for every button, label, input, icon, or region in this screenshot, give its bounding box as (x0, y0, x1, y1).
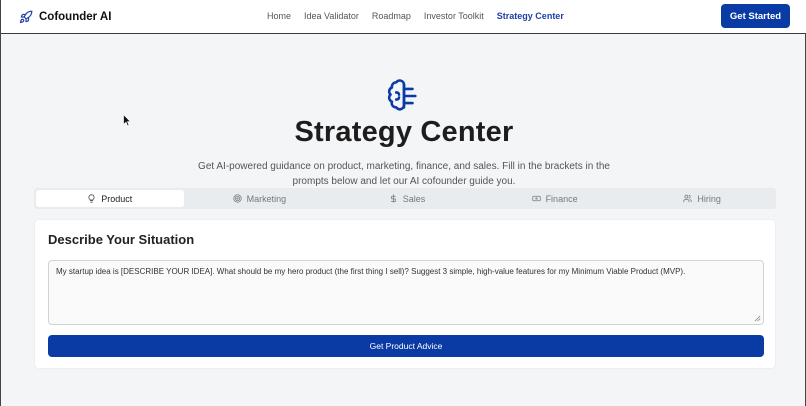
nav-roadmap[interactable]: Roadmap (372, 11, 411, 21)
tab-finance[interactable]: Finance (481, 188, 629, 209)
top-navbar: Cofounder AI Home Idea Validator Roadmap… (1, 0, 806, 34)
tab-finance-label: Finance (545, 193, 578, 204)
get-started-button[interactable]: Get Started (721, 4, 790, 28)
resize-handle-icon[interactable] (754, 315, 761, 322)
main-nav: Home Idea Validator Roadmap Investor Too… (267, 11, 577, 21)
card-title: Describe Your Situation (48, 232, 195, 247)
tab-hiring-label: Hiring (697, 193, 721, 204)
nav-strategy-center[interactable]: Strategy Center (497, 11, 564, 21)
nav-home[interactable]: Home (267, 11, 291, 21)
dollar-icon (390, 194, 396, 203)
get-advice-button[interactable]: Get Product Advice (48, 335, 764, 357)
lightbulb-icon (88, 194, 95, 203)
tab-sales[interactable]: Sales (333, 188, 481, 209)
strategy-tabs: Product Marketing Sales Finance Hiring (34, 188, 776, 209)
prompt-textarea[interactable]: My startup idea is [DESCRIBE YOUR IDEA].… (48, 260, 764, 325)
tab-marketing-label: Marketing (246, 193, 287, 204)
target-icon (233, 194, 242, 203)
rocket-icon (19, 10, 33, 24)
situation-card: Describe Your Situation My startup idea … (34, 219, 776, 369)
brand[interactable]: Cofounder AI (19, 8, 111, 26)
tab-marketing[interactable]: Marketing (186, 188, 334, 209)
tab-sales-label: Sales (402, 193, 426, 204)
nav-idea-validator[interactable]: Idea Validator (304, 11, 359, 21)
tab-hiring[interactable]: Hiring (628, 188, 776, 209)
users-icon (683, 194, 693, 203)
brand-name: Cofounder AI (39, 11, 112, 23)
page-subtitle: Get AI-powered guidance on product, mark… (198, 161, 610, 187)
brain-icon (387, 79, 417, 111)
tab-product[interactable]: Product (36, 190, 184, 207)
banknote-icon (531, 195, 541, 202)
tab-product-label: Product (101, 193, 133, 204)
mouse-cursor-icon (123, 114, 131, 127)
nav-investor-toolkit[interactable]: Investor Toolkit (424, 11, 484, 21)
prompt-text: My startup idea is [DESCRIBE YOUR IDEA].… (56, 267, 686, 276)
page-title: Strategy Center (294, 116, 514, 148)
